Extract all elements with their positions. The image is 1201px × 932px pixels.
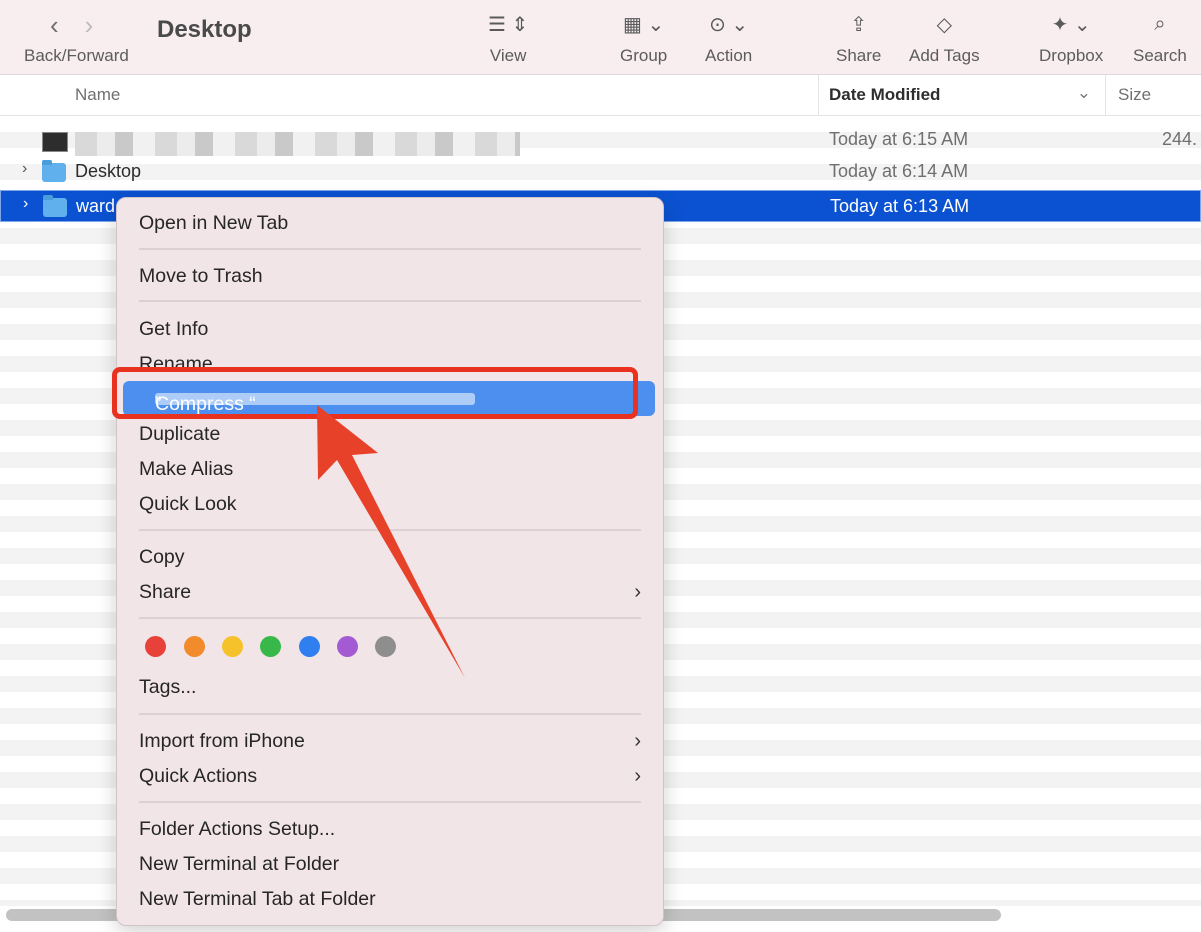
column-date-modified[interactable]: Date Modified ⌄ [818,75,1106,115]
add-tags-button[interactable]: ◇ Add Tags [909,8,980,66]
dropbox-button[interactable]: ✦ ⌄ Dropbox [1039,8,1103,66]
annotation-highlight-box [112,367,638,419]
tag-yellow-dot[interactable] [222,636,243,657]
group-grid-icon: ▦ ⌄ [623,13,665,36]
submenu-chevron-icon: › [634,765,641,787]
column-size[interactable]: Size [1118,85,1151,105]
menu-separator [139,248,641,250]
share-button[interactable]: ⇪ Share [836,8,881,66]
menu-separator [139,801,641,803]
menu-item-make-alias[interactable]: Make Alias [139,458,233,481]
column-header-bar: Name Date Modified ⌄ Size [0,75,1201,116]
menu-item-quick-look[interactable]: Quick Look [139,493,237,516]
back-chevron-icon[interactable]: ‹ [50,10,59,41]
tag-orange-dot[interactable] [184,636,205,657]
menu-item-folder-actions[interactable]: Folder Actions Setup... [139,818,335,841]
view-button[interactable]: ☰ ⇕ View [488,8,528,66]
menu-item-move-to-trash[interactable]: Move to Trash [139,265,263,288]
disclosure-chevron-icon[interactable]: › [23,195,28,213]
blurred-filename [75,132,520,156]
tag-green-dot[interactable] [260,636,281,657]
ellipsis-circle-icon: ⊙ ⌄ [709,13,749,36]
window-title: Desktop [157,16,252,43]
file-date: Today at 6:14 AM [829,161,969,181]
menu-separator [139,300,641,302]
date-modified-label: Date Modified [829,85,941,104]
search-label: Search [1133,46,1187,65]
menu-item-tags[interactable]: Tags... [139,676,196,699]
action-button[interactable]: ⊙ ⌄ Action [705,8,752,66]
menu-item-quick-actions[interactable]: Quick Actions [139,765,257,788]
context-menu: Open in New Tab Move to Trash Get Info R… [116,197,664,926]
menu-item-new-terminal-tab[interactable]: New Terminal Tab at Folder [139,888,376,911]
finder-toolbar: ‹ › Back/Forward Desktop ☰ ⇕ View ▦ ⌄ Gr… [0,0,1201,75]
file-date: Today at 6:13 AM [830,196,970,216]
sort-chevron-icon: ⌄ [1076,83,1091,102]
menu-item-import-iphone[interactable]: Import from iPhone [139,730,305,753]
table-row[interactable]: › Desktop Today at 6:14 AM [0,156,1201,188]
menu-item-duplicate[interactable]: Duplicate [139,423,220,446]
file-size: 244. [1162,129,1198,149]
menu-item-open-new-tab[interactable]: Open in New Tab [139,212,288,235]
file-date: Today at 6:15 AM [829,129,969,149]
action-label: Action [705,46,753,65]
search-button[interactable]: ⌕ Search [1133,8,1187,66]
menu-item-get-info[interactable]: Get Info [139,318,208,341]
tag-gray-dot[interactable] [375,636,396,657]
menu-item-share[interactable]: Share [139,581,191,604]
view-label: View [489,46,527,65]
submenu-chevron-icon: › [634,581,641,603]
tag-icon: ◇ [936,13,952,36]
tag-red-dot[interactable] [145,636,166,657]
group-label: Group [620,46,668,65]
dropbox-icon: ✦ ⌄ [1051,13,1091,36]
forward-chevron-icon[interactable]: › [85,10,94,41]
disclosure-chevron-icon[interactable]: › [22,160,27,178]
menu-separator [139,529,641,531]
back-forward-buttons[interactable]: ‹ › [50,10,93,41]
search-icon: ⌕ [1154,12,1166,35]
column-name[interactable]: Name [75,85,120,105]
dropbox-label: Dropbox [1039,46,1104,65]
share-label: Share [836,46,882,65]
table-row[interactable]: Today at 6:15 AM 244. [0,124,1201,156]
tag-purple-dot[interactable] [337,636,358,657]
folder-icon [42,160,66,182]
add-tags-label: Add Tags [909,46,980,65]
group-button[interactable]: ▦ ⌄ Group [620,8,667,66]
list-view-icon: ☰ ⇕ [488,13,529,36]
menu-separator [139,713,641,715]
menu-item-copy[interactable]: Copy [139,546,185,569]
tag-blue-dot[interactable] [299,636,320,657]
folder-icon [43,195,67,217]
file-name: Desktop [75,161,142,181]
file-name: ward [76,196,116,216]
submenu-chevron-icon: › [634,730,641,752]
menu-item-new-terminal[interactable]: New Terminal at Folder [139,853,339,876]
menu-separator [139,617,641,619]
file-thumbnail-icon [42,132,68,152]
back-forward-label: Back/Forward [24,46,129,65]
share-icon: ⇪ [850,13,868,36]
